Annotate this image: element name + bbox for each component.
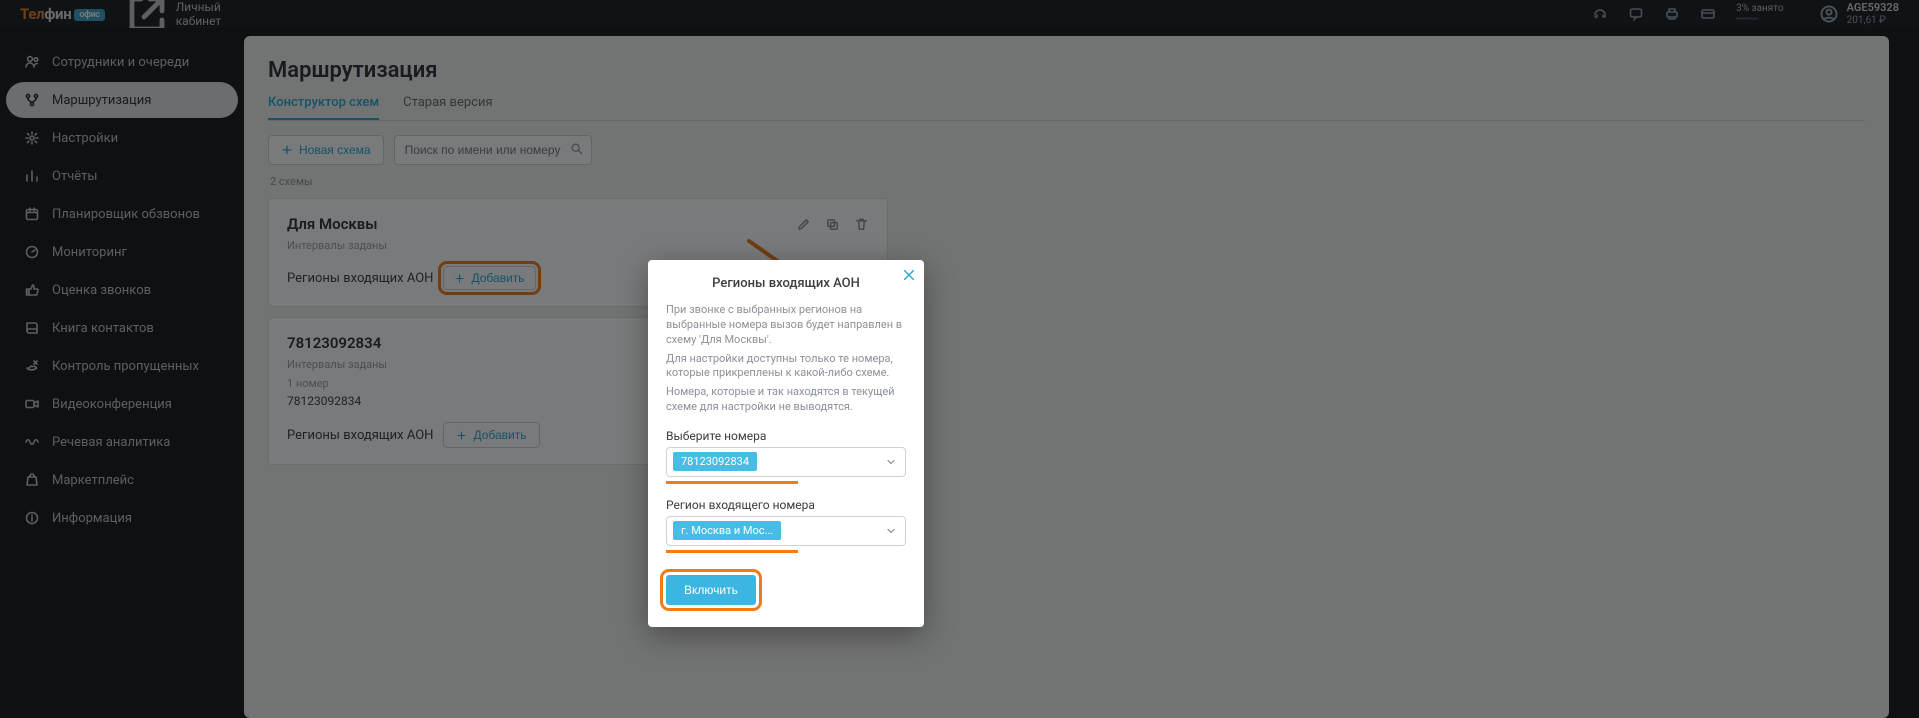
region-label: Регион входящего номера xyxy=(666,498,906,512)
annotation-underline xyxy=(666,550,798,553)
modal-close-button[interactable] xyxy=(902,268,916,285)
region-select[interactable]: г. Москва и Мос... xyxy=(666,516,906,546)
modal-desc-2: Для настройки доступны только те номера,… xyxy=(666,352,906,382)
chevron-down-icon xyxy=(885,456,897,468)
number-chip[interactable]: 78123092834 xyxy=(673,452,757,471)
modal-backdrop[interactable] xyxy=(0,0,1919,718)
numbers-label: Выберите номера xyxy=(666,429,906,443)
region-chip[interactable]: г. Москва и Мос... xyxy=(673,521,781,540)
annotation-underline xyxy=(666,481,798,484)
enable-button[interactable]: Включить xyxy=(666,575,756,605)
modal-desc-3: Номера, которые и так находятся в текуще… xyxy=(666,385,906,415)
modal-desc-1: При звонке с выбранных регионов на выбра… xyxy=(666,303,906,348)
chevron-down-icon xyxy=(885,525,897,537)
modal-title: Регионы входящих АОН xyxy=(666,276,906,291)
numbers-select[interactable]: 78123092834 xyxy=(666,447,906,477)
close-icon xyxy=(902,268,916,282)
regions-modal: Регионы входящих АОН При звонке с выбран… xyxy=(648,260,924,627)
